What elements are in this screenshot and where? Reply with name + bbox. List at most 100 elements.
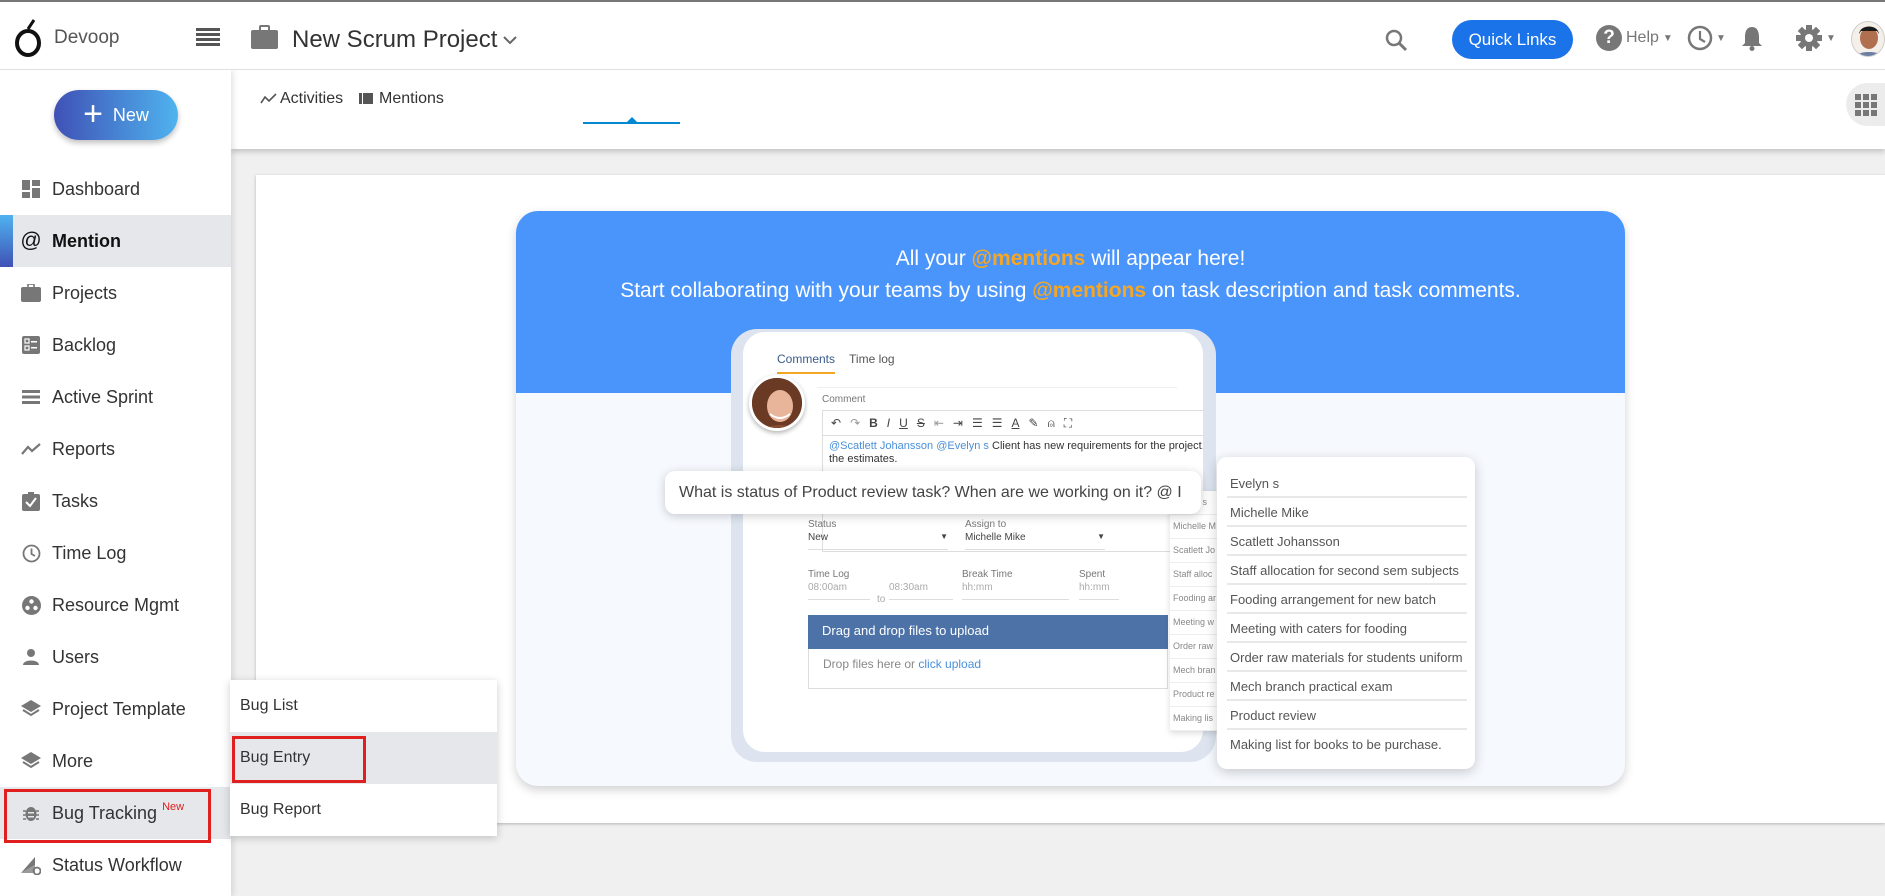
sidebar-item-status-workflow[interactable]: Status Workflow (0, 839, 231, 891)
status-value: New (808, 532, 829, 543)
backlog-icon (21, 335, 41, 355)
assign-value: Michelle Mike (965, 532, 1026, 543)
tab-activities[interactable]: Activities (260, 90, 343, 108)
bug-tracking-submenu: Bug List Bug Entry Bug Report (230, 680, 497, 836)
briefcase-icon (251, 25, 278, 49)
logo-icon[interactable] (14, 18, 44, 58)
sidebar-item-project-template[interactable]: Project Template (0, 683, 231, 735)
sidebar-item-tasks[interactable]: Tasks (0, 475, 231, 527)
commenter-avatar (749, 375, 805, 431)
sidebar-item-more[interactable]: More (0, 735, 231, 787)
project-title[interactable]: New Scrum Project (292, 26, 497, 54)
bell-icon[interactable] (1740, 25, 1764, 51)
top-header: Devoop New Scrum Project Quick Links ? H… (0, 0, 1885, 70)
help-label: Help (1626, 29, 1659, 46)
break-label: Break Time (962, 569, 1013, 580)
bug-icon (21, 803, 41, 823)
stamp-icon: ⍝ (1047, 415, 1055, 430)
submenu-item-bug-entry[interactable]: Bug Entry (230, 732, 497, 784)
caret-down-icon: ▼ (1826, 32, 1836, 44)
text-color-icon: A (1011, 416, 1020, 430)
sidebar-item-label: Tasks (52, 490, 99, 511)
caret-down-icon: ▼ (1097, 532, 1105, 541)
submenu-item-bug-list[interactable]: Bug List (230, 680, 497, 732)
sidebar-item-label: Resource Mgmt (52, 594, 180, 615)
settings-menu[interactable]: ▼ (1795, 24, 1836, 52)
brand-name: Devoop (54, 27, 120, 48)
suggestion-item: Meeting with caters for fooding (1227, 614, 1467, 643)
suggestion-item: Michelle Mike (1227, 498, 1467, 527)
user-avatar[interactable] (1851, 21, 1885, 57)
sidebar-item-time-log[interactable]: Time Log (0, 527, 231, 579)
mockup-tabs: Comments Time log (777, 352, 895, 374)
drop-zone-header: Drag and drop files to upload (808, 615, 1168, 649)
banner-subtitle: Start collaborating with your teams by u… (516, 279, 1625, 303)
sidebar-item-label: Bug Tracking (52, 802, 158, 823)
new-button[interactable]: + New (54, 90, 178, 140)
sidebar-item-projects[interactable]: Projects (0, 267, 231, 319)
click-upload-link: click upload (918, 657, 982, 671)
banner-text: All your (895, 247, 972, 270)
sidebar-item-active-sprint[interactable]: Active Sprint (0, 371, 231, 423)
sidebar-item-users[interactable]: Users (0, 631, 231, 683)
redo-icon: ↷ (850, 416, 861, 430)
apps-grid-icon (1854, 93, 1877, 116)
ordered-list-icon: ☰ (971, 416, 983, 430)
banner-text: will appear here! (1085, 247, 1246, 270)
mentions-icon (359, 93, 373, 104)
sidebar: + New Dashboard @ Mention Projects Backl… (0, 70, 231, 896)
search-icon[interactable] (1384, 28, 1408, 52)
suggestion-item: Mech branch practical exam (1227, 672, 1467, 701)
banner-text: on task description and task comments. (1146, 279, 1521, 302)
submenu-item-bug-report[interactable]: Bug Report (230, 784, 497, 836)
help-menu[interactable]: ? Help ▼ (1596, 25, 1673, 51)
sidebar-item-label: More (52, 750, 94, 771)
suggestion-item: Fooding arrangement for new batch (1227, 585, 1467, 614)
hamburger-menu-icon[interactable] (196, 28, 220, 46)
apps-grid-button[interactable] (1846, 83, 1885, 126)
sidebar-item-label: Active Sprint (52, 386, 154, 407)
break-field: hh:mm (962, 582, 1069, 600)
sidebar-item-resource-mgmt[interactable]: Resource Mgmt (0, 579, 231, 631)
mockup-comment-label: Comment (822, 394, 866, 405)
chevron-down-icon[interactable] (502, 32, 518, 48)
sidebar-nav: Dashboard @ Mention Projects Backlog Act… (0, 163, 231, 891)
outdent-icon: ⇤ (933, 416, 944, 430)
clock-icon (1687, 25, 1713, 51)
strikethrough-icon: S (916, 416, 925, 430)
comment-mockup: Comments Time log Comment ↶ ↷ B I U S ⇤ … (743, 332, 1203, 752)
dashboard-icon (21, 179, 41, 199)
sidebar-item-label: Project Template (52, 698, 186, 719)
sidebar-item-backlog[interactable]: Backlog (0, 319, 231, 371)
recent-menu[interactable]: ▼ (1687, 25, 1726, 51)
tab-bar: Activities Mentions (231, 70, 1885, 149)
editor-toolbar: ↶ ↷ B I U S ⇤ ⇥ ☰ ☰ A ✎ ⍝ ⛶ (822, 410, 1203, 436)
spent-label: Spent (1079, 569, 1106, 580)
sidebar-item-bug-tracking[interactable]: Bug Tracking New (0, 787, 231, 843)
fullscreen-icon: ⛶ (1063, 415, 1073, 430)
tab-mentions[interactable]: Mentions (359, 90, 444, 108)
sidebar-item-dashboard[interactable]: Dashboard (0, 163, 231, 215)
sidebar-item-mention[interactable]: @ Mention (0, 215, 231, 267)
mention-suggestions: Evelyn s Michelle Mike Scatlett Johansso… (1217, 457, 1475, 769)
mockup-tab-timelog: Time log (849, 352, 895, 366)
mention-chip: @Evelyn s (936, 440, 989, 452)
status-label: Status (808, 519, 837, 530)
drop-zone: Drop files here or click upload (808, 649, 1168, 689)
banner-title: All your @mentions will appear here! (516, 247, 1625, 271)
mention-chip: @Scatlett Johansson (829, 440, 934, 452)
caret-down-icon: ▼ (1662, 32, 1673, 44)
user-icon (21, 647, 41, 667)
mentions-highlight: @mentions (1032, 279, 1147, 302)
assign-label: Assign to (965, 519, 1007, 530)
undo-icon: ↶ (831, 416, 842, 430)
time-to-field: 08:30am (889, 582, 953, 600)
layers-icon (21, 751, 41, 771)
bold-icon: B (869, 416, 878, 430)
suggestion-item: Product review (1227, 701, 1467, 730)
at-sign-icon: @ (20, 229, 42, 252)
sidebar-item-reports[interactable]: Reports (0, 423, 231, 475)
suggestion-item: Order raw materials for students uniform (1227, 643, 1467, 672)
quick-links-button[interactable]: Quick Links (1452, 20, 1573, 59)
time-from-field: 08:00am (808, 582, 870, 600)
